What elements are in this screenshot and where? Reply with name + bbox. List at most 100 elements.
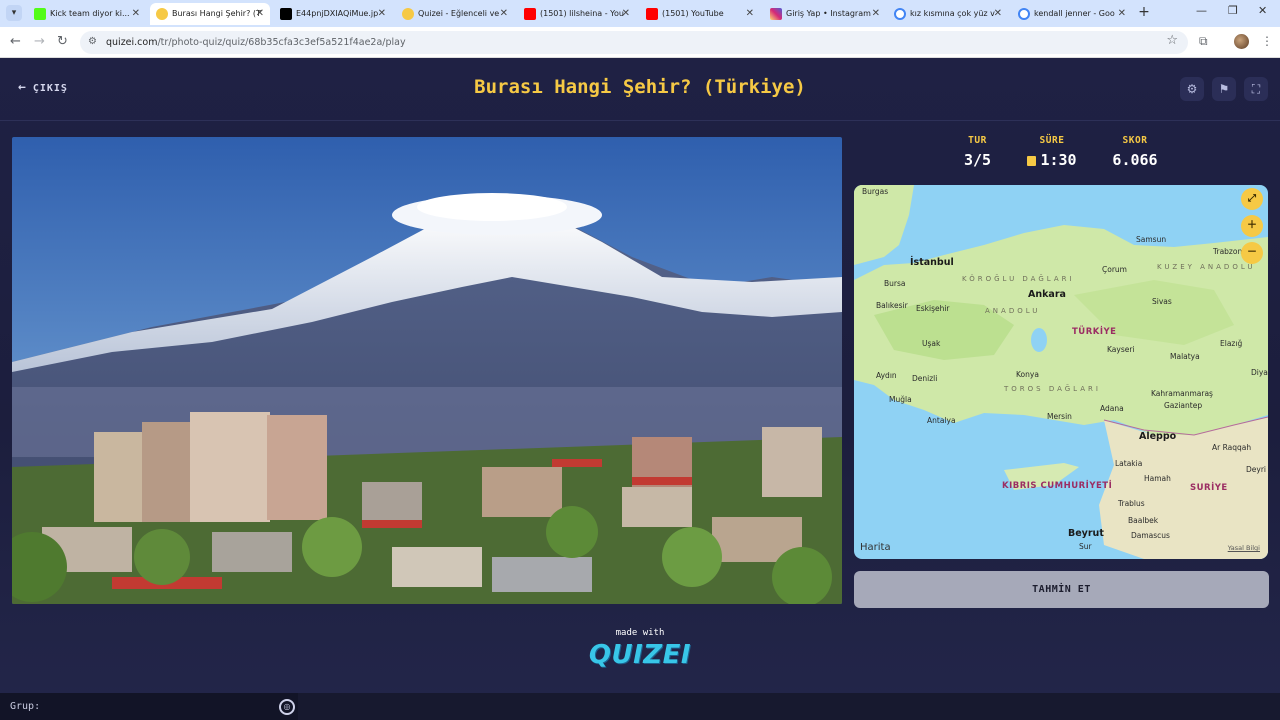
map-city: Aydın bbox=[876, 371, 897, 380]
tab-title: kız kısmına çok yüz v bbox=[910, 9, 995, 18]
browser-tab[interactable]: (1501) YouTube ✕ bbox=[640, 3, 760, 25]
tab-title: Kick team diyor ki... bbox=[50, 9, 130, 18]
back-icon[interactable]: ← bbox=[10, 34, 21, 49]
close-icon[interactable]: ✕ bbox=[872, 3, 880, 25]
close-icon[interactable]: ✕ bbox=[622, 3, 630, 25]
quiz-photo bbox=[12, 137, 842, 604]
map-city: Malatya bbox=[1170, 352, 1200, 361]
map-city: Damascus bbox=[1131, 531, 1170, 540]
flag-icon[interactable]: ⚑ bbox=[1212, 77, 1236, 101]
map-city: Hamah bbox=[1144, 474, 1171, 483]
group-action-icon[interactable]: ◎ bbox=[279, 699, 295, 715]
map-city: İstanbul bbox=[910, 257, 954, 268]
bottom-bar: Grup: ◎ bbox=[0, 693, 1280, 720]
url-field[interactable]: ⚙ quizei.com/tr/photo-quiz/quiz/68b35cfa… bbox=[80, 31, 1188, 54]
restore-icon[interactable]: ❐ bbox=[1228, 4, 1238, 17]
browser-tab[interactable]: Kick team diyor ki... ✕ bbox=[28, 3, 146, 25]
map-range-label: KÖROĞLU DAĞLARI bbox=[962, 275, 1075, 283]
tab-title: E44pnjDXIAQiMue.jp bbox=[296, 9, 379, 18]
map-city: Eskişehir bbox=[916, 304, 950, 313]
profile-avatar[interactable] bbox=[1234, 34, 1249, 49]
close-icon[interactable]: ✕ bbox=[256, 3, 264, 25]
mountain-city-photo bbox=[12, 137, 842, 604]
map-city: Muğla bbox=[889, 395, 912, 404]
time-label: SÜRE bbox=[1039, 135, 1065, 146]
time-stat: SÜRE 1:30 bbox=[1018, 135, 1086, 169]
guess-map[interactable]: Burgas İstanbul Samsun Trabzon Çorum Bur… bbox=[854, 185, 1268, 559]
zoom-in-icon[interactable]: ＋ bbox=[1241, 215, 1263, 237]
map-city: Aleppo bbox=[1139, 431, 1177, 442]
score-label: SKOR bbox=[1122, 135, 1148, 146]
map-city: Ankara bbox=[1028, 289, 1066, 300]
close-icon[interactable]: ✕ bbox=[132, 3, 140, 25]
group-field[interactable]: Grup: ◎ bbox=[0, 693, 298, 720]
browser-menu-icon[interactable]: ⋮ bbox=[1261, 34, 1273, 48]
time-value-wrap: 1:30 bbox=[1018, 151, 1086, 169]
new-tab-icon[interactable]: + bbox=[1136, 5, 1152, 21]
browser-tab-bar: ▾ Kick team diyor ki... ✕ Burası Hangi Ş… bbox=[0, 0, 1280, 27]
map-city: Elazığ bbox=[1220, 339, 1243, 348]
tab-title: Giriş Yap • Instagram bbox=[786, 9, 871, 18]
made-with-text: made with bbox=[615, 628, 665, 638]
map-city: Latakia bbox=[1115, 459, 1143, 468]
time-value: 1:30 bbox=[1040, 151, 1077, 169]
browser-tab-active[interactable]: Burası Hangi Şehir? (T ✕ bbox=[150, 3, 270, 25]
guess-button[interactable]: TAHMİN ET bbox=[854, 571, 1269, 608]
minimize-icon[interactable]: — bbox=[1196, 4, 1207, 17]
group-label: Grup: bbox=[10, 701, 41, 712]
expand-map-icon[interactable]: ⤢ bbox=[1241, 188, 1263, 210]
map-country-label: SURİYE bbox=[1190, 483, 1228, 493]
tab-title: kendall jenner - Goo bbox=[1034, 9, 1115, 18]
map-brand: Harita bbox=[860, 542, 891, 553]
map-city: Adana bbox=[1100, 404, 1124, 413]
map-city: Konya bbox=[1016, 370, 1039, 379]
page-title: Burası Hangi Şehir? (Türkiye) bbox=[474, 76, 806, 98]
score-value: 6.066 bbox=[1112, 151, 1158, 169]
site-info-icon[interactable]: ⚙ bbox=[88, 36, 100, 48]
browser-tab[interactable]: (1501) lilsheina - You ✕ bbox=[518, 3, 636, 25]
map-city: Diya bbox=[1251, 368, 1268, 377]
map-land-shapes bbox=[854, 185, 1268, 559]
browser-tab[interactable]: Giriş Yap • Instagram ✕ bbox=[764, 3, 886, 25]
map-city: Antalya bbox=[927, 416, 956, 425]
map-city: Gaziantep bbox=[1164, 401, 1203, 410]
fullscreen-icon[interactable]: ⛶ bbox=[1244, 77, 1268, 101]
hourglass-icon bbox=[1027, 156, 1037, 166]
window-close-icon[interactable]: ✕ bbox=[1258, 4, 1267, 17]
close-icon[interactable]: ✕ bbox=[378, 3, 386, 25]
forward-icon[interactable]: → bbox=[34, 34, 45, 49]
tab-search-icon[interactable]: ▾ bbox=[6, 5, 22, 21]
tab-title: Burası Hangi Şehir? (T bbox=[172, 9, 261, 18]
quiz-page: ← ÇIKIŞ Burası Hangi Şehir? (Türkiye) ⚙ ⚑… bbox=[0, 58, 1280, 720]
close-icon[interactable]: ✕ bbox=[500, 3, 508, 25]
close-icon[interactable]: ✕ bbox=[1118, 3, 1126, 25]
settings-icon[interactable]: ⚙ bbox=[1180, 77, 1204, 101]
browser-tab[interactable]: kız kısmına çok yüz v ✕ bbox=[888, 3, 1008, 25]
address-bar: ← → ↻ ⚙ quizei.com/tr/photo-quiz/quiz/68… bbox=[0, 27, 1280, 58]
quizei-logo[interactable]: QUIZEI bbox=[0, 640, 1280, 670]
close-icon[interactable]: ✕ bbox=[746, 3, 754, 25]
zoom-out-icon[interactable]: － bbox=[1241, 242, 1263, 264]
map-city: Baalbek bbox=[1128, 516, 1159, 525]
instagram-favicon-icon bbox=[770, 8, 782, 20]
kick-favicon-icon bbox=[34, 8, 46, 20]
bookmark-star-icon[interactable]: ☆ bbox=[1166, 33, 1178, 48]
reload-icon[interactable]: ↻ bbox=[57, 34, 68, 49]
browser-tab[interactable]: Quizei - Eğlenceli ve ✕ bbox=[396, 3, 514, 25]
map-range-label: ANADOLU bbox=[985, 307, 1041, 315]
close-icon[interactable]: ✕ bbox=[994, 3, 1002, 25]
map-city: Denizli bbox=[912, 374, 938, 383]
quizei-favicon-icon bbox=[402, 8, 414, 20]
browser-tab[interactable]: kendall jenner - Goo ✕ bbox=[1012, 3, 1132, 25]
map-city: Mersin bbox=[1047, 412, 1072, 421]
map-range-label: KUZEY ANADOLU bbox=[1157, 263, 1256, 271]
map-city: Sivas bbox=[1152, 297, 1172, 306]
browser-tab[interactable]: E44pnjDXIAQiMue.jp ✕ bbox=[274, 3, 392, 25]
map-city: Balıkesir bbox=[876, 301, 908, 310]
map-legal-link[interactable]: Yasal Bilgi bbox=[1228, 544, 1260, 552]
map-country-label: TÜRKİYE bbox=[1072, 327, 1117, 337]
map-city: Deyri bbox=[1246, 465, 1266, 474]
round-value: 3/5 bbox=[963, 151, 992, 169]
youtube-favicon-icon bbox=[646, 8, 658, 20]
extensions-icon[interactable]: ⧉ bbox=[1199, 34, 1208, 49]
